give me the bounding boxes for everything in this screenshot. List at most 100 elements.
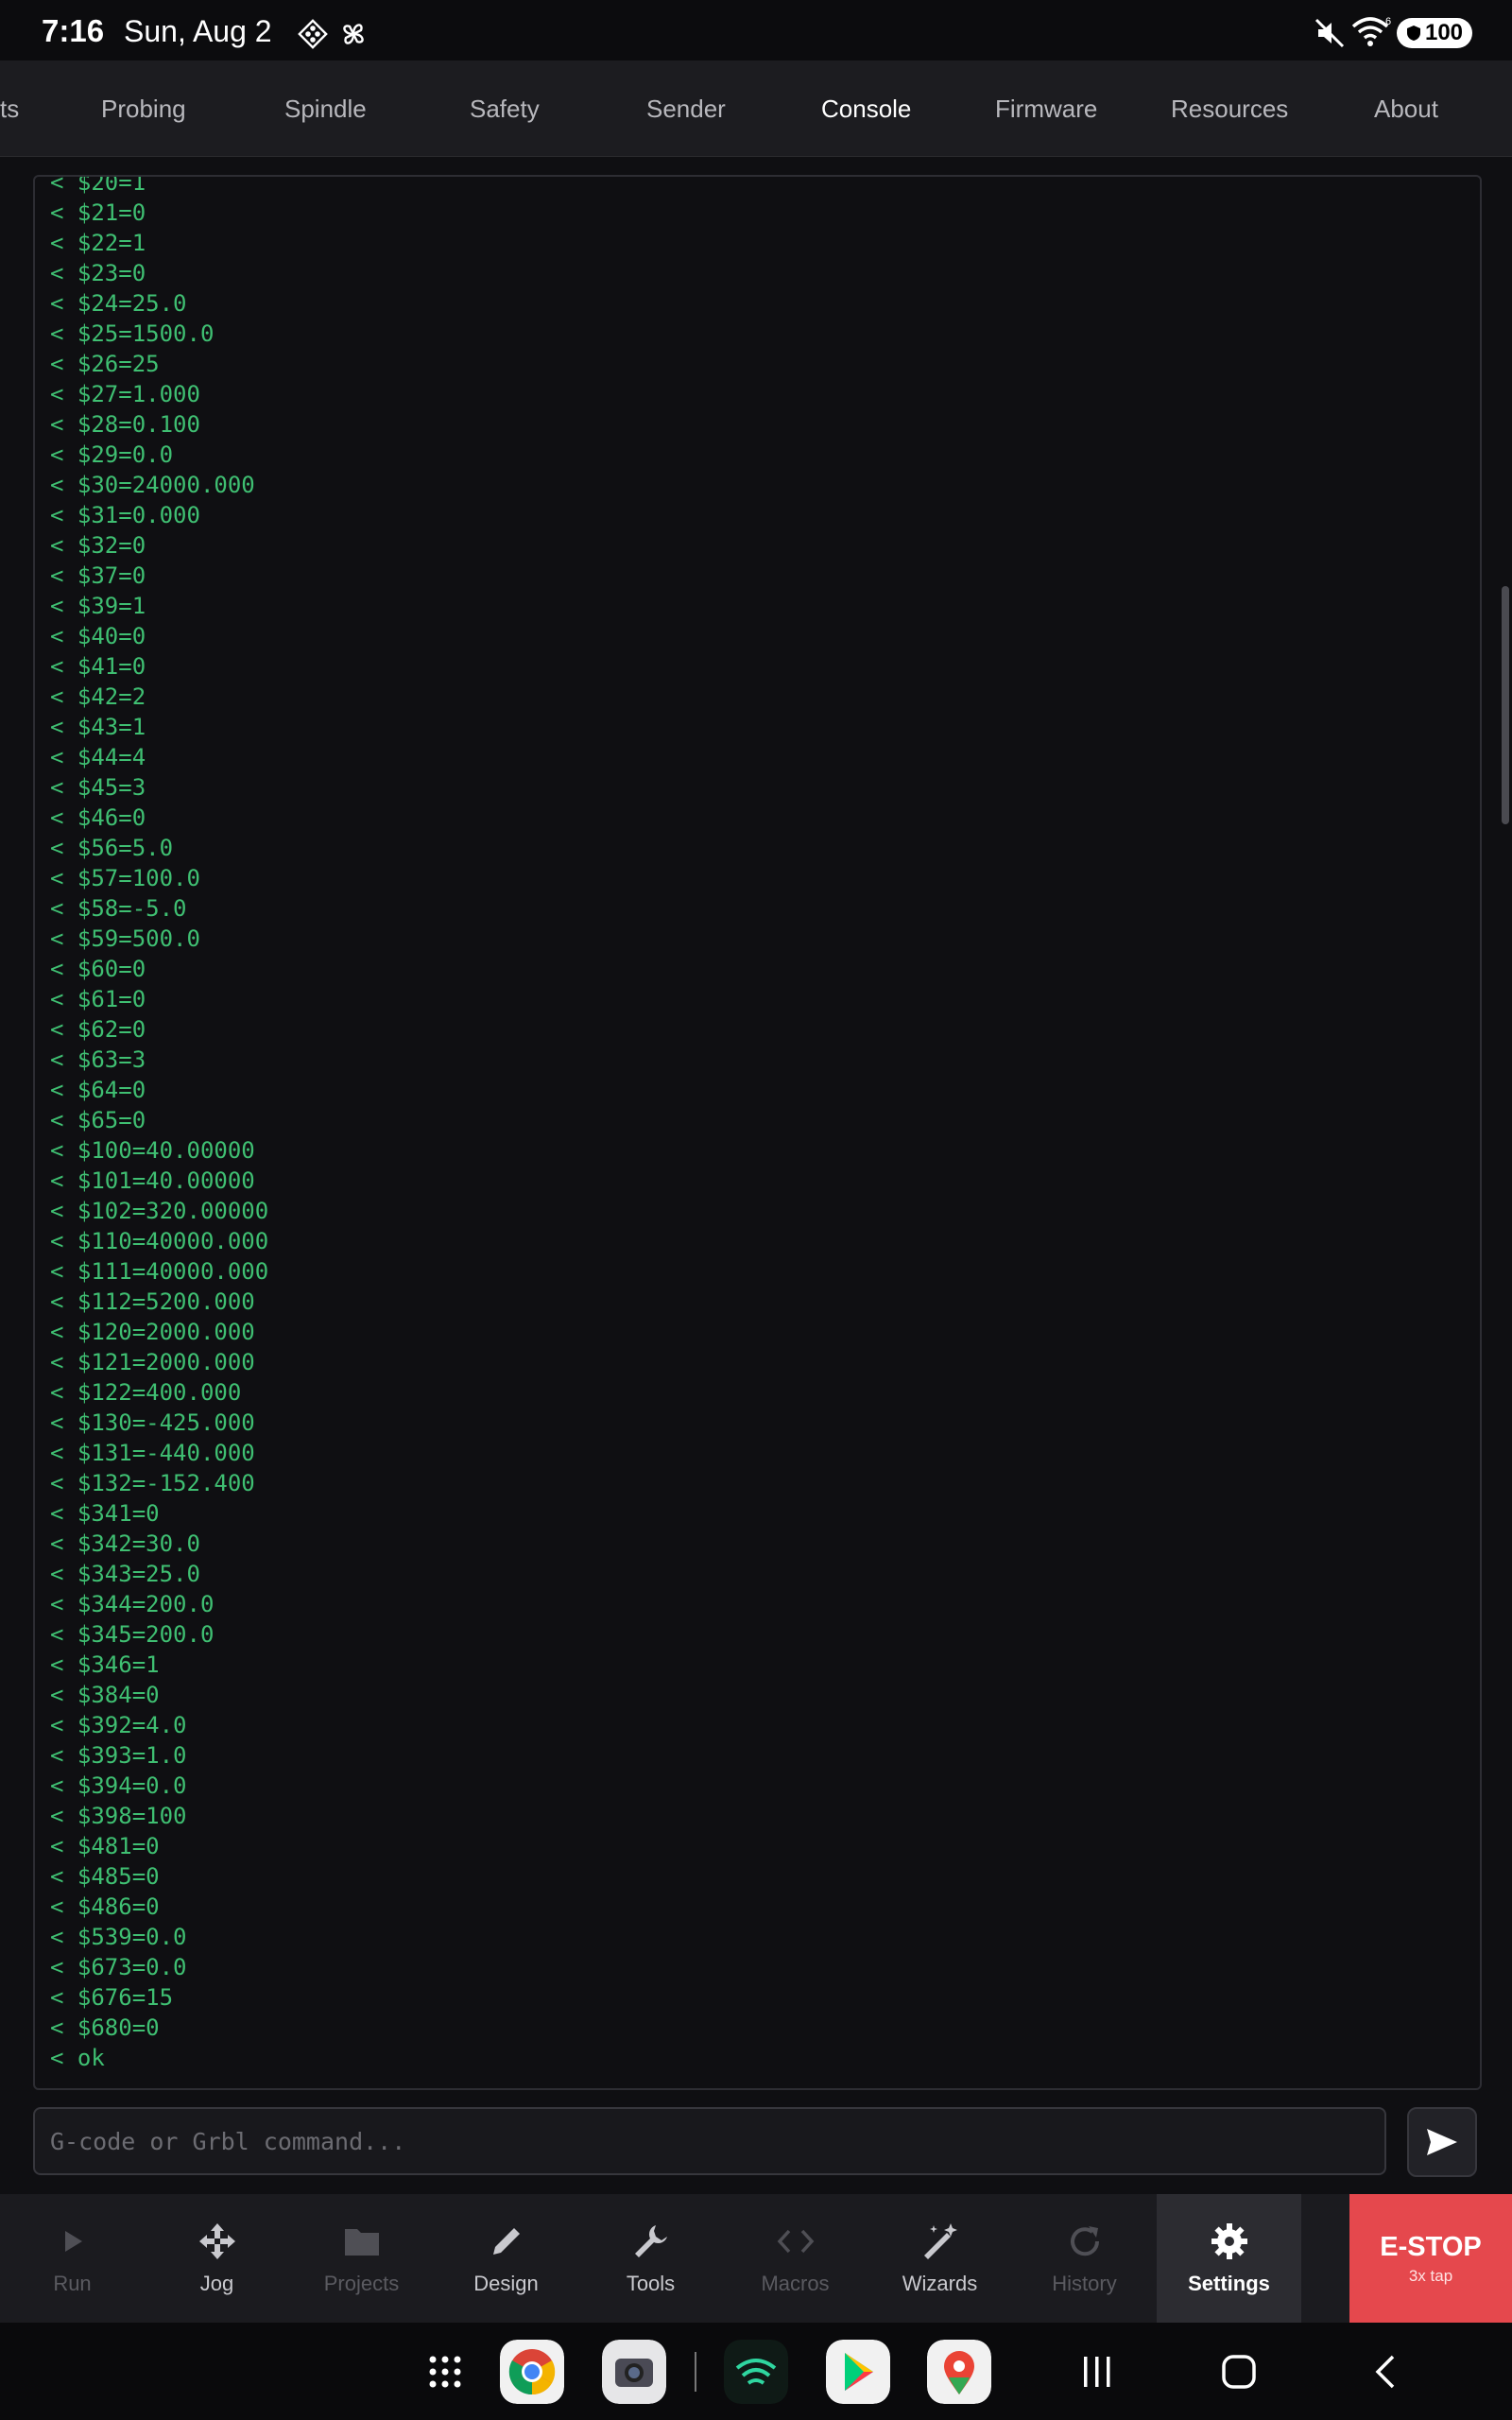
- cnc-app-icon[interactable]: [724, 2340, 788, 2404]
- console-line: < $41=0: [50, 653, 146, 680]
- move-arrows-icon: [197, 2221, 238, 2262]
- wrench-icon: [630, 2221, 672, 2262]
- play-icon: [52, 2221, 94, 2262]
- command-input[interactable]: [33, 2107, 1386, 2175]
- tab-probing[interactable]: Probing: [101, 95, 186, 124]
- console-line: < $63=3: [50, 1046, 146, 1073]
- console-line: < $481=0: [50, 1833, 160, 1859]
- console-line: < $28=0.100: [50, 411, 200, 438]
- app-drawer-icon[interactable]: [427, 2354, 463, 2390]
- console-line: < $21=0: [50, 199, 146, 226]
- status-time: 7:16: [42, 13, 105, 48]
- nav-label: Design: [473, 2272, 539, 2295]
- back-icon[interactable]: [1370, 2354, 1399, 2390]
- maps-app-icon[interactable]: [927, 2340, 991, 2404]
- console-line: < $56=5.0: [50, 835, 174, 861]
- console-lines: < $20=1 < $21=0 < $22=1 < $23=0 < $24=25.0 < …: [50, 175, 269, 2073]
- nav-tools[interactable]: Tools: [578, 2194, 723, 2323]
- send-icon: [1427, 2129, 1457, 2155]
- wifi-icon: 6: [1351, 16, 1391, 46]
- dock-divider: [695, 2352, 696, 2392]
- console-line: < $44=4: [50, 744, 146, 770]
- console-line: < $130=-425.000: [50, 1409, 255, 1436]
- console-line: < $392=4.0: [50, 1712, 187, 1738]
- console-line: < $680=0: [50, 2014, 160, 2041]
- console-line: < $102=320.00000: [50, 1198, 269, 1224]
- console-line: < $345=200.0: [50, 1621, 215, 1648]
- console-line: < $46=0: [50, 804, 146, 831]
- play-store-app-icon[interactable]: [826, 2340, 890, 2404]
- home-icon[interactable]: [1221, 2355, 1257, 2389]
- nav-label: Tools: [626, 2272, 676, 2295]
- notification-app-icon: [298, 19, 328, 49]
- nav-settings[interactable]: Settings: [1157, 2194, 1301, 2323]
- console-line: < $43=1: [50, 714, 146, 740]
- status-bar: 7:16 Sun, Aug 2 6 100: [0, 0, 1512, 60]
- console-line: < $61=0: [50, 986, 146, 1012]
- console-line: < $20=1: [50, 175, 146, 196]
- tab-partial[interactable]: ts: [0, 95, 19, 124]
- nav-wizards[interactable]: Wizards: [868, 2194, 1012, 2323]
- console-line: < $101=40.00000: [50, 1167, 255, 1194]
- console-line: < $132=-152.400: [50, 1470, 255, 1496]
- tab-safety[interactable]: Safety: [470, 95, 540, 124]
- nav-label: Wizards: [902, 2272, 978, 2295]
- console-line: < $37=0: [50, 562, 146, 589]
- tab-spindle[interactable]: Spindle: [284, 95, 367, 124]
- send-button[interactable]: [1407, 2107, 1477, 2177]
- nav-run[interactable]: Run: [0, 2194, 145, 2323]
- tab-firmware[interactable]: Firmware: [995, 95, 1097, 124]
- console-line: < $24=25.0: [50, 290, 187, 317]
- console-line: < $42=2: [50, 683, 146, 710]
- refresh-icon: [1064, 2221, 1106, 2262]
- console-line: < $112=5200.000: [50, 1288, 255, 1315]
- console-line: < $341=0: [50, 1500, 160, 1527]
- console-line: < $539=0.0: [50, 1924, 187, 1950]
- console-line: < $64=0: [50, 1077, 146, 1103]
- tab-resources[interactable]: Resources: [1171, 95, 1288, 124]
- nav-design[interactable]: Design: [434, 2194, 578, 2323]
- console-line: < $30=24000.000: [50, 472, 255, 498]
- nav-label: Run: [53, 2272, 92, 2295]
- console-line: < $384=0: [50, 1682, 160, 1708]
- console-line: < $120=2000.000: [50, 1319, 255, 1345]
- console-line: < $343=25.0: [50, 1561, 200, 1587]
- bottom-nav: Run Jog Projects Design Tools Macros Wiz…: [0, 2194, 1512, 2323]
- console-line: < $131=-440.000: [50, 1440, 255, 1466]
- recent-apps-icon[interactable]: [1080, 2355, 1114, 2389]
- console-line: < $59=500.0: [50, 925, 200, 952]
- console-line: < $485=0: [50, 1863, 160, 1890]
- nav-label: Macros: [761, 2272, 830, 2295]
- tab-console[interactable]: Console: [821, 95, 911, 124]
- battery-level: 100: [1424, 20, 1464, 45]
- tab-sender[interactable]: Sender: [646, 95, 726, 124]
- scrollbar-thumb[interactable]: [1502, 586, 1509, 824]
- camera-app-icon[interactable]: [602, 2340, 666, 2404]
- console-output[interactable]: < $20=1 < $21=0 < $22=1 < $23=0 < $24=25.0 < …: [33, 175, 1482, 2090]
- console-line: < $398=100: [50, 1803, 187, 1829]
- console-line: < $31=0.000: [50, 502, 200, 528]
- nav-jog[interactable]: Jog: [145, 2194, 289, 2323]
- nav-history[interactable]: History: [1012, 2194, 1157, 2323]
- console-line: < $57=100.0: [50, 865, 200, 891]
- nav-projects[interactable]: Projects: [289, 2194, 434, 2323]
- shield-icon: [1406, 26, 1420, 41]
- console-line: < $344=200.0: [50, 1591, 215, 1617]
- pencil-icon: [486, 2221, 527, 2262]
- svg-text:6: 6: [1385, 16, 1391, 27]
- estop-label: E-STOP: [1380, 2231, 1482, 2262]
- folder-icon: [341, 2221, 383, 2262]
- nav-macros[interactable]: Macros: [723, 2194, 868, 2323]
- console-line: < $22=1: [50, 230, 146, 256]
- console-line: < $486=0: [50, 1893, 160, 1920]
- chrome-app-icon[interactable]: [500, 2340, 564, 2404]
- settings-tab-bar: ts Probing Spindle Safety Sender Console…: [0, 60, 1512, 157]
- console-line: < $342=30.0: [50, 1530, 200, 1557]
- tab-about[interactable]: About: [1374, 95, 1438, 124]
- console-line: < $393=1.0: [50, 1742, 187, 1769]
- mute-icon: [1314, 18, 1345, 48]
- estop-button[interactable]: E-STOP 3x tap: [1349, 2194, 1512, 2323]
- console-line: < $110=40000.000: [50, 1228, 269, 1254]
- console-line: < $39=1: [50, 593, 146, 619]
- console-line: < $673=0.0: [50, 1954, 187, 1980]
